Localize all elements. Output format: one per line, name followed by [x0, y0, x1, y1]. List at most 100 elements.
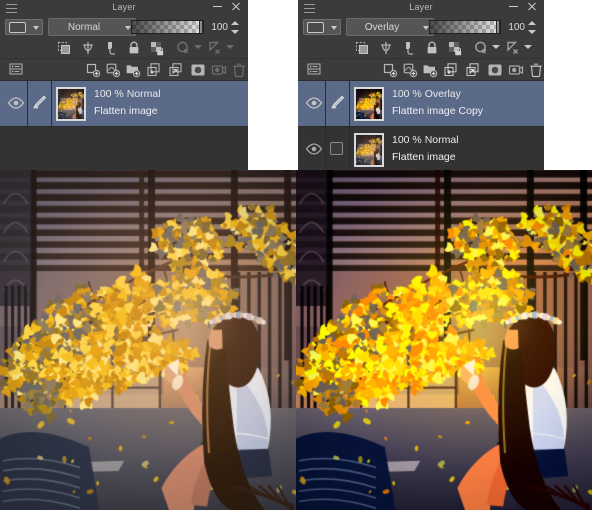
table-row[interactable]: 100 % Overlay Flatten image Copy — [298, 81, 544, 127]
clipping-mask-icon[interactable] — [56, 40, 72, 56]
duplicate-layer-icon[interactable] — [465, 62, 481, 78]
row-divider — [51, 81, 52, 126]
lock-transparent-pixels-icon[interactable] — [447, 40, 463, 56]
ruler-snap-icon — [207, 40, 223, 56]
minimize-icon[interactable] — [213, 6, 222, 7]
visibility-eye-icon[interactable] — [305, 142, 323, 155]
layer-thumbnail[interactable] — [354, 87, 384, 121]
layer-color-swatch-before[interactable] — [5, 19, 43, 35]
opacity-stepper-before[interactable] — [231, 21, 239, 34]
layer-color-icon[interactable] — [103, 40, 119, 56]
minimize-icon[interactable] — [509, 6, 518, 7]
layer-palette-after: Layer Overlay 100 100 % Overlay Flatten … — [298, 0, 544, 173]
layer-text: 100 % Normal Flatten image — [392, 132, 538, 166]
row-divider — [27, 81, 28, 126]
new-folder-icon[interactable] — [422, 62, 438, 78]
edit-pencil-icon — [31, 94, 47, 110]
layer-name: Flatten image — [94, 105, 158, 117]
blend-row-after: Overlay 100 — [298, 16, 544, 38]
layer-action-toolbar-after — [298, 58, 544, 81]
layer-list-before[interactable]: 100 % Normal Flatten image — [0, 80, 248, 170]
select-layer-chevron-icon — [194, 45, 202, 49]
table-row[interactable]: 100 % Normal Flatten image — [0, 81, 248, 127]
edit-pencil-icon — [329, 94, 345, 110]
lock-layer-icon[interactable] — [424, 40, 440, 56]
blend-mode-select-after[interactable]: Overlay — [346, 18, 434, 36]
lock-layer-icon[interactable] — [126, 40, 142, 56]
layer-property-toolbar-before — [0, 38, 248, 58]
merge-down-icon[interactable] — [508, 62, 524, 78]
select-layer-icon[interactable] — [473, 40, 489, 56]
titlebar-before: Layer — [0, 0, 248, 16]
move-layer-down-icon[interactable] — [146, 62, 162, 78]
clipping-mask-icon[interactable] — [354, 40, 370, 56]
artwork-after — [296, 170, 592, 510]
layer-color-icon[interactable] — [401, 40, 417, 56]
duplicate-layer-icon[interactable] — [168, 62, 184, 78]
row-divider — [349, 127, 350, 172]
move-layer-down-icon[interactable] — [443, 62, 459, 78]
artwork-canvas-before — [0, 170, 296, 510]
merge-down-icon — [211, 62, 227, 78]
chevron-down-icon — [33, 26, 39, 30]
layer-info: 100 % Overlay — [392, 88, 461, 100]
blend-mode-value: Overlay — [364, 21, 400, 33]
layer-text: 100 % Normal Flatten image — [94, 86, 242, 120]
layer-list-after[interactable]: 100 % Overlay Flatten image Copy 100 % N… — [298, 80, 544, 173]
layer-name: Flatten image Copy — [392, 105, 484, 117]
layer-text: 100 % Overlay Flatten image Copy — [392, 86, 538, 120]
table-row[interactable]: 100 % Normal Flatten image — [298, 127, 544, 173]
opacity-slider-knob[interactable] — [199, 21, 203, 33]
palette-title: Layer — [112, 2, 136, 12]
layer-info: 100 % Normal — [392, 134, 459, 146]
ruler-snap-chevron-icon[interactable] — [524, 45, 532, 49]
layer-thumbnail[interactable] — [354, 133, 384, 167]
row-divider — [349, 81, 350, 126]
blend-mode-select-before[interactable]: Normal — [48, 18, 136, 36]
row-divider — [325, 81, 326, 126]
select-layer-chevron-icon[interactable] — [492, 45, 500, 49]
opacity-value-before[interactable]: 100 — [204, 20, 228, 35]
lock-transparent-pixels-icon[interactable] — [149, 40, 165, 56]
delete-layer-icon — [231, 62, 247, 78]
titlebar-after: Layer — [298, 0, 544, 16]
layer-list-settings-icon[interactable] — [8, 61, 24, 77]
layer-name: Flatten image — [392, 151, 456, 163]
visibility-eye-icon[interactable] — [305, 96, 323, 109]
opacity-stepper-after[interactable] — [528, 21, 536, 34]
opacity-checker — [132, 21, 203, 33]
new-raster-layer-icon[interactable] — [382, 62, 398, 78]
visibility-eye-icon[interactable] — [7, 96, 25, 109]
create-mask-icon[interactable] — [190, 62, 206, 78]
palette-title: Layer — [409, 2, 433, 12]
layer-property-toolbar-after — [298, 38, 544, 58]
new-vector-layer-icon[interactable] — [402, 62, 418, 78]
color-preview — [307, 22, 324, 33]
new-folder-icon[interactable] — [125, 62, 141, 78]
opacity-value-after[interactable]: 100 — [501, 20, 525, 35]
select-layer-icon — [175, 40, 191, 56]
close-icon[interactable] — [231, 2, 241, 12]
mask-to-layer-icon[interactable] — [378, 40, 394, 56]
layer-color-swatch-after[interactable] — [303, 19, 341, 35]
ruler-snap-icon[interactable] — [505, 40, 521, 56]
mask-to-layer-icon[interactable] — [80, 40, 96, 56]
row-divider — [325, 127, 326, 172]
opacity-checker — [430, 21, 500, 33]
edit-target-checkbox[interactable] — [330, 142, 343, 155]
close-icon[interactable] — [527, 2, 537, 12]
screenshot-root: Layer Normal 100 100 % Normal Flatten im… — [0, 0, 592, 510]
layer-list-settings-icon[interactable] — [306, 61, 322, 77]
opacity-slider-after[interactable] — [429, 20, 501, 34]
new-raster-layer-icon[interactable] — [85, 62, 101, 78]
new-vector-layer-icon[interactable] — [105, 62, 121, 78]
opacity-slider-knob[interactable] — [496, 21, 500, 33]
create-mask-icon[interactable] — [487, 62, 503, 78]
opacity-slider-before[interactable] — [131, 20, 204, 34]
layer-action-toolbar-before — [0, 58, 248, 81]
layer-thumbnail[interactable] — [56, 87, 86, 121]
delete-layer-icon[interactable] — [528, 62, 544, 78]
artwork-canvas-after — [296, 170, 592, 510]
artwork-before — [0, 170, 296, 510]
ruler-snap-chevron-icon — [226, 45, 234, 49]
